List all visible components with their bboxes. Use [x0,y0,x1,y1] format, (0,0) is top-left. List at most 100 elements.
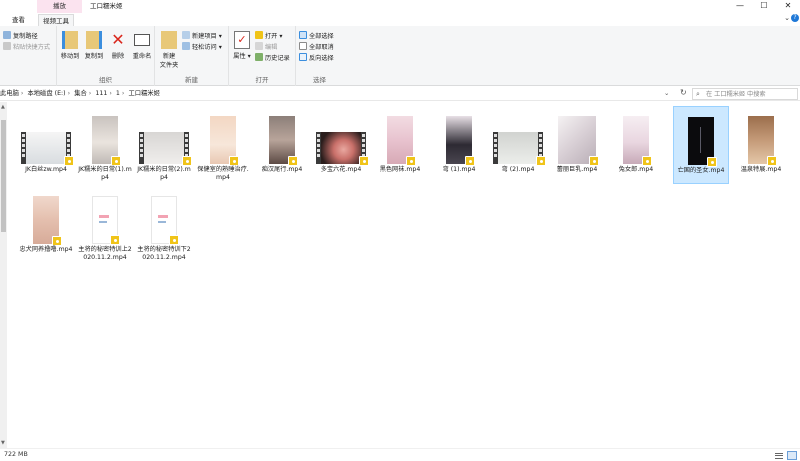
delete-x-icon: ✕ [111,30,125,49]
delete-button[interactable]: ✕ 删除 [108,30,128,61]
help-icon[interactable]: ? [791,14,799,22]
new-item-button[interactable]: 新建项目 ▾ [182,31,222,41]
video-thumbnail [269,116,298,166]
file-item[interactable]: 保健室的熟睡治疗.mp4 [195,106,251,184]
file-name: 弯 (1).mp4 [442,166,476,173]
video-thumbnail [446,116,475,166]
file-name: 多宝六花.mp4 [320,166,362,173]
tab-video-tools[interactable]: 视频工具 [38,14,74,26]
file-item[interactable]: 主将的秘密特训上2020.11.2.mp4 [77,186,133,268]
status-bar: 722 MB [0,448,800,461]
copy-path-button[interactable]: 复制路径 [3,31,38,41]
history-icon [255,53,263,61]
video-file-icon [707,157,717,167]
breadcrumb-collection[interactable]: 集合 [74,90,87,97]
file-name: 主将的秘密特训上2020.11.2.mp4 [78,246,132,261]
details-view-icon[interactable] [774,451,784,460]
file-name: 亡国的圣女.mp4 [677,167,725,174]
file-item[interactable]: 主将的秘密特训下2020.11.2.mp4 [136,186,192,268]
file-item[interactable]: JK白丝zw.mp4 [18,106,74,184]
file-name: JK白丝zw.mp4 [25,166,67,173]
close-button[interactable]: ✕ [776,0,800,13]
copy-to-button[interactable]: 复制到 [83,31,105,60]
file-item[interactable]: 弯 (2).mp4 [490,106,546,184]
select-all-button[interactable]: 全部选择 [299,31,334,41]
file-name: 忠犬同养撸噜.mp4 [19,246,73,253]
file-item[interactable]: 兔女郎.mp4 [608,106,664,184]
window-title: 工口糯米姬 [90,2,123,10]
breadcrumb-1[interactable]: 1 [116,90,120,97]
open-button[interactable]: 打开 ▾ [255,31,282,41]
context-tab-play[interactable]: 播放 [37,0,82,13]
video-file-icon [642,156,652,166]
new-item-icon [182,31,190,39]
new-folder-button[interactable]: 新建 文件夹 [158,31,180,69]
properties-button[interactable]: ✓ 属性 ▾ [232,31,252,60]
status-size: 722 MB [4,451,28,458]
edit-button[interactable]: 编辑 [255,42,277,52]
breadcrumb-drive[interactable]: 本地磁盘 (E:) [27,90,65,97]
breadcrumb-current-folder[interactable]: 工口糯米姬 [128,90,159,97]
file-name: 温泉特展.mp4 [740,166,782,173]
video-thumbnail [748,116,777,166]
select-none-button[interactable]: 全部取消 [299,42,334,52]
group-label-new: 新建 [185,76,198,84]
file-item[interactable]: 多宝六花.mp4 [313,106,369,184]
refresh-icon[interactable]: ↻ [680,88,687,97]
group-label-open: 打开 [255,76,269,84]
title-bar: 播放 工口糯米姬 — ☐ ✕ [0,0,800,13]
video-thumbnail [92,196,120,245]
file-item[interactable]: 忠犬同养撸噜.mp4 [18,186,74,262]
invert-selection-button[interactable]: 反向选择 [299,53,334,63]
chevron-down-icon[interactable]: ⌄ [784,14,790,22]
easy-access-button[interactable]: 轻松访问 ▾ [182,42,222,52]
breadcrumb-111[interactable]: 111 [95,90,107,97]
rename-icon [134,34,150,46]
scroll-down-icon[interactable]: ▼ [1,440,5,446]
history-button[interactable]: 历史记录 [255,53,290,63]
nav-pane-scrollbar[interactable]: ▲ ▼ [0,102,7,448]
breadcrumb[interactable]: 此电脑 › 本地磁盘 (E:) › 集合 › 111 › 1 › 工口糯米姬 [0,89,160,99]
video-file-icon [229,156,239,166]
breadcrumb-this-pc[interactable]: 此电脑 [0,90,19,97]
address-dropdown-icon[interactable]: ⌄ [664,89,669,97]
file-item[interactable]: 温泉特展.mp4 [733,106,789,184]
video-thumbnail [623,116,652,166]
file-name: 痴汉尾行.mp4 [261,166,303,173]
search-box[interactable]: ⌕ 在 工口糯米姬 中搜索 [692,88,798,100]
minimize-button[interactable]: — [728,0,752,13]
file-item[interactable]: 弯 (1).mp4 [431,106,487,184]
scroll-up-icon[interactable]: ▲ [1,104,5,110]
paste-shortcut-icon [3,42,11,50]
file-name: 兔女郎.mp4 [618,166,654,173]
video-thumbnail [92,116,121,166]
file-item[interactable]: JK糯米的日常(2).mp4 [136,106,192,184]
search-input[interactable]: 在 工口糯米姬 中搜索 [706,90,766,99]
open-icon [255,31,263,39]
rename-button[interactable]: 重命名 [130,31,154,60]
file-name: 黑色网袜.mp4 [379,166,421,173]
large-icons-view-icon[interactable] [787,451,797,460]
copy-path-icon [3,31,11,39]
video-file-icon [589,156,599,166]
select-none-icon [299,42,307,50]
edit-icon [255,42,263,50]
maximize-button[interactable]: ☐ [752,0,776,13]
file-item[interactable]: 蕾丽巨乳.mp4 [549,106,605,184]
tab-view[interactable]: 查看 [8,14,29,26]
file-item-selected[interactable]: 亡国的圣女.mp4 [673,106,729,184]
file-item[interactable]: JK糯米的日常(1).mp4 [77,106,133,184]
video-file-icon [359,156,369,166]
file-name: JK糯米的日常(1).mp4 [78,166,132,181]
video-file-icon [465,156,475,166]
video-thumbnail [493,132,546,166]
file-item[interactable]: 痴汉尾行.mp4 [254,106,310,184]
properties-check-icon: ✓ [234,31,250,49]
scrollbar-thumb[interactable] [1,120,6,232]
paste-shortcut-button[interactable]: 粘贴快捷方式 [3,42,50,52]
video-file-icon [288,156,298,166]
search-icon: ⌕ [696,90,700,98]
file-item[interactable]: 黑色网袜.mp4 [372,106,428,184]
move-to-button[interactable]: 移动到 [59,31,81,60]
video-file-icon [767,156,777,166]
